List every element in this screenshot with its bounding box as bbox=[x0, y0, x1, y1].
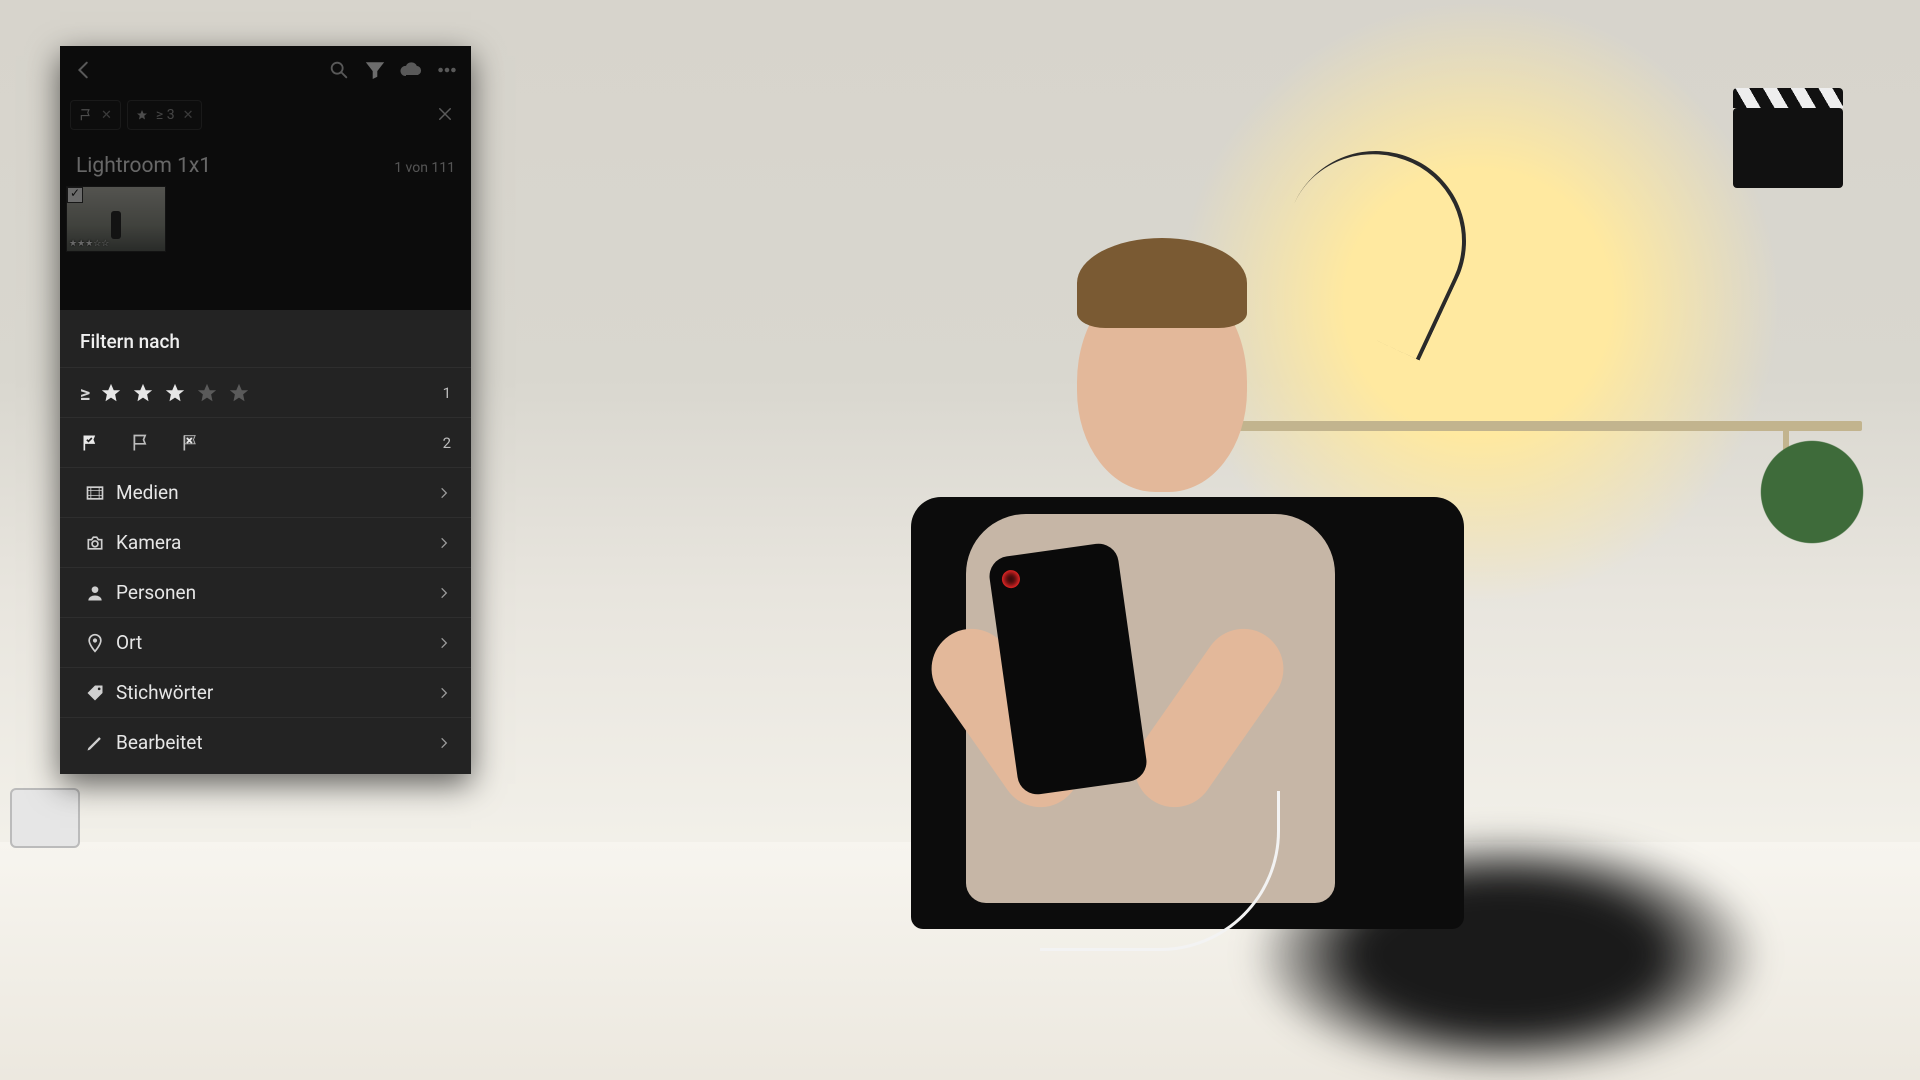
cloud-sync-button[interactable] bbox=[395, 54, 427, 86]
chip-remove-icon: ✕ bbox=[101, 108, 112, 123]
album-title: Lightroom 1x1 bbox=[76, 154, 211, 178]
flags-match-count: 2 bbox=[443, 434, 451, 452]
filter-row-ort[interactable]: Ort bbox=[60, 617, 471, 667]
chip-rating-text: ≥ 3 bbox=[156, 107, 175, 123]
chevron-right-icon bbox=[437, 536, 451, 550]
flag-unflagged-icon bbox=[131, 433, 151, 453]
filter-row-flags[interactable]: 2 bbox=[60, 417, 471, 467]
filter-row-rating[interactable]: ≥ 1 bbox=[60, 367, 471, 417]
filter-section-title: Filtern nach bbox=[60, 310, 471, 367]
pencil-icon bbox=[80, 733, 110, 753]
filter-row-bearbeitet[interactable]: Bearbeitet bbox=[60, 717, 471, 767]
filter-label: Kamera bbox=[116, 531, 437, 554]
power-adapter bbox=[10, 788, 80, 848]
filter-sheet: Filtern nach ≥ 1 bbox=[60, 310, 471, 774]
active-filter-chip-rating[interactable]: ≥ 3 ✕ bbox=[127, 100, 203, 130]
panel-toolbar bbox=[60, 46, 471, 94]
back-button[interactable] bbox=[68, 54, 100, 86]
tag-icon bbox=[80, 683, 110, 703]
rating-star-2[interactable] bbox=[132, 382, 154, 404]
album-count-label: 1 von 111 bbox=[394, 160, 455, 176]
thumbnail-grid: ★★★☆☆ bbox=[60, 180, 471, 282]
chevron-right-icon bbox=[437, 586, 451, 600]
filter-row-personen[interactable]: Personen bbox=[60, 567, 471, 617]
rating-star-1[interactable] bbox=[100, 382, 122, 404]
person-icon bbox=[80, 583, 110, 603]
thumbnail-rating: ★★★☆☆ bbox=[69, 239, 109, 249]
rating-star-4[interactable] bbox=[196, 382, 218, 404]
rating-stars: ≥ bbox=[80, 381, 250, 405]
clear-all-filters-button[interactable] bbox=[431, 100, 459, 128]
rating-operator[interactable]: ≥ bbox=[80, 381, 90, 405]
chevron-right-icon bbox=[437, 686, 451, 700]
person-hair bbox=[1077, 238, 1247, 328]
filter-label: Bearbeitet bbox=[116, 731, 437, 754]
plant bbox=[1742, 432, 1882, 552]
funnel-icon bbox=[364, 59, 386, 81]
phone-camera-lens bbox=[1001, 569, 1021, 589]
cloud-icon bbox=[400, 59, 422, 81]
search-icon bbox=[328, 59, 350, 81]
filmstrip-icon bbox=[80, 483, 110, 503]
more-horizontal-icon bbox=[436, 59, 458, 81]
filter-label: Stichwörter bbox=[116, 681, 437, 704]
photo-thumbnail[interactable]: ★★★☆☆ bbox=[66, 186, 166, 252]
chevron-right-icon bbox=[437, 636, 451, 650]
chevron-right-icon bbox=[437, 736, 451, 750]
camera-icon bbox=[80, 533, 110, 553]
flag-picked[interactable] bbox=[80, 432, 102, 454]
thumbnail-subject bbox=[111, 211, 121, 239]
film-clapperboard bbox=[1733, 108, 1843, 188]
filter-label: Medien bbox=[116, 481, 437, 504]
filter-row-stichwoerter[interactable]: Stichwörter bbox=[60, 667, 471, 717]
rating-match-count: 1 bbox=[443, 384, 451, 402]
more-options-button[interactable] bbox=[431, 54, 463, 86]
active-filter-bar: ✕ ≥ 3 ✕ bbox=[60, 94, 471, 140]
flag-toggles bbox=[80, 432, 202, 454]
rating-star-3[interactable] bbox=[164, 382, 186, 404]
filter-label: Ort bbox=[116, 631, 437, 654]
flag-rejected-icon bbox=[181, 433, 201, 453]
flag-rejected[interactable] bbox=[180, 432, 202, 454]
filter-label: Personen bbox=[116, 581, 437, 604]
rating-star-5[interactable] bbox=[228, 382, 250, 404]
filter-row-medien[interactable]: Medien bbox=[60, 467, 471, 517]
close-icon bbox=[436, 105, 454, 123]
chevron-right-icon bbox=[437, 486, 451, 500]
flag-unflagged[interactable] bbox=[130, 432, 152, 454]
star-icon bbox=[136, 109, 148, 121]
filter-button[interactable] bbox=[359, 54, 391, 86]
chevron-left-icon bbox=[73, 59, 95, 81]
filter-row-kamera[interactable]: Kamera bbox=[60, 517, 471, 567]
person bbox=[653, 151, 1575, 1015]
lightroom-filter-panel: ✕ ≥ 3 ✕ Lightroom 1x1 1 von 111 ★★★☆☆ Fi… bbox=[60, 46, 471, 774]
chip-remove-icon: ✕ bbox=[183, 108, 194, 123]
flag-icon bbox=[79, 108, 93, 122]
flag-picked-icon bbox=[81, 433, 101, 453]
location-icon bbox=[80, 633, 110, 653]
album-header: Lightroom 1x1 1 von 111 bbox=[60, 140, 471, 180]
active-filter-chip-flag[interactable]: ✕ bbox=[70, 100, 121, 130]
search-button[interactable] bbox=[323, 54, 355, 86]
thumbnail-pick-badge bbox=[67, 187, 83, 203]
